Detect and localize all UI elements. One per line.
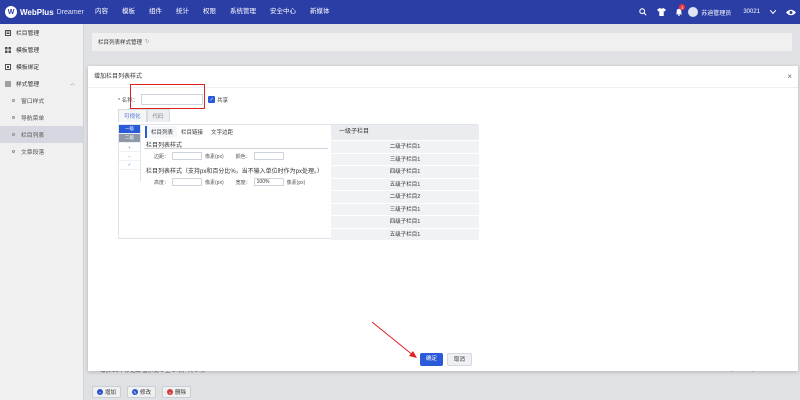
level-toolbar: 一级 二级 + − ✓: [119, 125, 141, 181]
nav-item-component[interactable]: 组件: [142, 0, 169, 24]
preview-row: 二级子栏目1: [331, 140, 479, 153]
mode-tabs: 可视化 代码: [118, 109, 170, 122]
color-input[interactable]: [253, 152, 284, 160]
width-unit: 像素(px): [286, 179, 306, 186]
search-icon[interactable]: [634, 0, 652, 24]
name-row: * 名称： ✓ 共享: [118, 94, 228, 105]
avatar[interactable]: [688, 7, 699, 17]
brand[interactable]: W WebPlus Dreamer: [0, 6, 88, 18]
confirm-level-icon[interactable]: ✓: [119, 161, 140, 170]
preview-row: 四级子栏目1: [331, 215, 479, 228]
tab-column-link[interactable]: 栏目链接: [177, 126, 207, 138]
width-label: 宽度：: [235, 179, 251, 186]
preview-level-one: 一级子栏目: [331, 125, 479, 140]
tab-text-margin[interactable]: 文字边距: [207, 126, 237, 138]
eye-icon[interactable]: [782, 0, 800, 24]
margin-input[interactable]: [172, 152, 203, 160]
divider: [144, 148, 328, 149]
top-right-tools: 3 苏迪管理员 30021: [634, 0, 800, 24]
confirm-button[interactable]: 确定: [420, 353, 444, 366]
brand-name: WebPlus: [20, 7, 54, 17]
margin-unit: 像素(px): [205, 153, 224, 160]
preview-row: 三级子栏目1: [331, 152, 479, 165]
user-name[interactable]: 苏迪管理员: [701, 8, 731, 17]
nav-item-content[interactable]: 内容: [88, 0, 115, 24]
height-width-row: 高度： 像素(px) 宽度： 100% 像素(px): [154, 178, 305, 186]
close-icon[interactable]: ×: [787, 72, 792, 81]
preview-row: 二级子栏目2: [331, 190, 479, 203]
name-label: * 名称：: [118, 97, 139, 104]
nav-item-template[interactable]: 模板: [115, 0, 142, 24]
nav-item-permission[interactable]: 权限: [196, 0, 223, 24]
tab-column-list[interactable]: 栏目列表: [145, 126, 178, 138]
level-two-tool[interactable]: 二级: [119, 134, 140, 143]
preview-row: 五级子栏目1: [331, 227, 479, 240]
height-unit: 像素(px): [205, 179, 224, 186]
level-one-tool[interactable]: 一级: [119, 125, 140, 134]
chevron-down-icon[interactable]: [764, 0, 782, 24]
width-input[interactable]: 100%: [253, 178, 284, 186]
remove-level-icon[interactable]: −: [119, 152, 140, 161]
main-nav: 内容 模板 组件 统计 权限 系统管理 安全中心 新媒体: [88, 0, 337, 24]
tab-code[interactable]: 代码: [146, 109, 170, 122]
size-section-title: 栏目列表样式（支持px和百分比%，当不输入单位时作为px处理。）: [146, 169, 324, 175]
nav-item-security[interactable]: 安全中心: [263, 0, 303, 24]
bell-icon[interactable]: 3: [670, 0, 688, 24]
cancel-button[interactable]: 取消: [447, 353, 473, 366]
brand-logo: W: [5, 6, 17, 18]
tab-visual[interactable]: 可视化: [118, 109, 147, 122]
site-id[interactable]: 30021: [743, 9, 760, 15]
preview-row: 五级子栏目1: [331, 177, 479, 190]
notification-badge: 3: [679, 4, 686, 10]
nav-item-system[interactable]: 系统管理: [223, 0, 263, 24]
height-input[interactable]: [172, 178, 203, 186]
nav-item-new-media[interactable]: 新媒体: [303, 0, 337, 24]
top-bar: W WebPlus Dreamer 内容 模板 组件 统计 权限 系统管理 安全…: [0, 0, 800, 24]
margin-color-row: 边距： 像素(px) 颜色：: [154, 152, 287, 160]
name-input[interactable]: [141, 94, 204, 105]
add-level-icon[interactable]: +: [119, 143, 140, 152]
height-label: 高度：: [154, 179, 170, 186]
preview-row: 三级子栏目1: [331, 202, 479, 215]
nav-item-statistics[interactable]: 统计: [169, 0, 196, 24]
dialog-buttons: 确定 取消: [420, 353, 473, 366]
share-checkbox[interactable]: ✓: [208, 96, 216, 103]
shirt-icon[interactable]: [652, 0, 670, 24]
brand-sub: Dreamer: [56, 8, 84, 16]
column-preview: 一级子栏目 二级子栏目1 三级子栏目1 四级子栏目1 五级子栏目1 二级子栏目2…: [331, 125, 479, 240]
margin-label: 边距：: [154, 153, 170, 160]
style-sub-tabs: 栏目列表 栏目链接 文字边距: [145, 126, 237, 138]
color-label: 颜色：: [235, 153, 251, 160]
preview-row: 四级子栏目1: [331, 165, 479, 178]
style-editor: 一级 二级 + − ✓ 栏目列表 栏目链接 文字边距 栏目列表样式 边距： 像素…: [118, 124, 479, 240]
add-style-dialog: 增加栏目列表样式 × * 名称： ✓ 共享 可视化 代码 一级 二级 + − ✓…: [88, 66, 798, 371]
share-label: 共享: [217, 97, 229, 104]
